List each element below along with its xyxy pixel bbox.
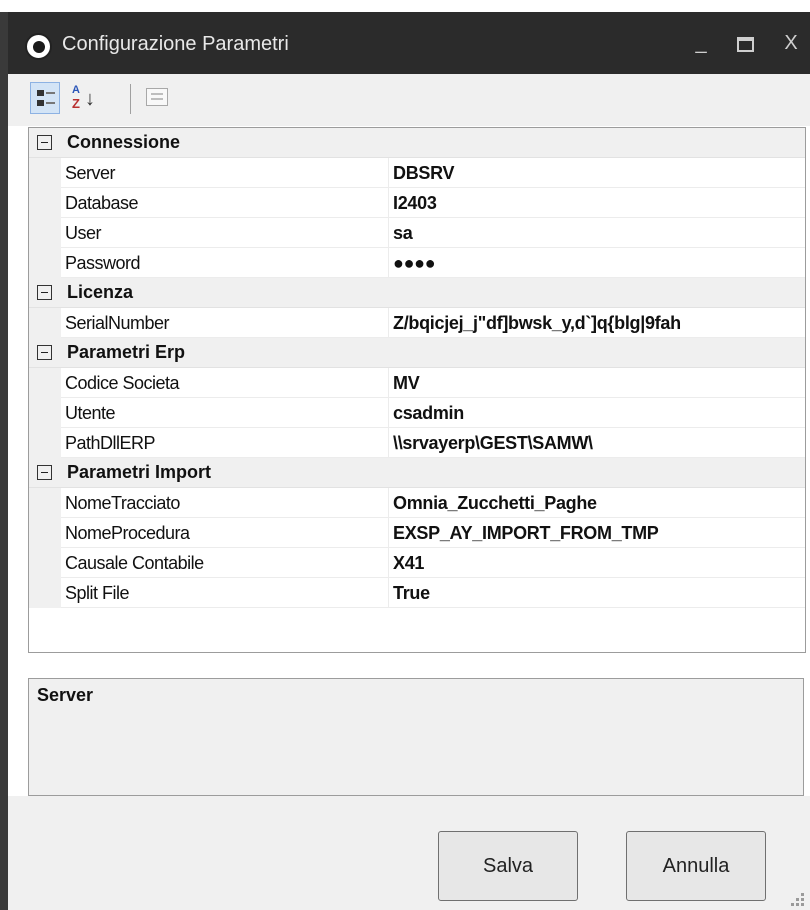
property-name: User	[61, 218, 389, 248]
property-grid[interactable]: Connessione Server DBSRV Database I2403 …	[28, 127, 806, 653]
top-strip	[0, 0, 810, 12]
category-label: Licenza	[67, 282, 134, 302]
title-bar[interactable]: Configurazione Parametri _ X	[8, 12, 810, 74]
property-value-serialnumber[interactable]: Z/bqicjej_j"df]bwsk_y,d`]q{blg|9fah	[389, 308, 805, 338]
property-row-nometracciato[interactable]: NomeTracciato Omnia_Zucchetti_Paghe	[29, 488, 805, 518]
property-row-user[interactable]: User sa	[29, 218, 805, 248]
collapse-icon[interactable]	[37, 465, 52, 480]
cancel-button[interactable]: Annulla	[626, 831, 766, 901]
property-row-pathdllerp[interactable]: PathDllERP \\srvayerp\GEST\SAMW\	[29, 428, 805, 458]
row-gutter	[29, 518, 61, 548]
row-gutter	[29, 158, 61, 188]
property-name: NomeTracciato	[61, 488, 389, 518]
property-row-codice-societa[interactable]: Codice Societa MV	[29, 368, 805, 398]
property-row-server[interactable]: Server DBSRV	[29, 158, 805, 188]
category-parametri-erp[interactable]: Parametri Erp	[29, 338, 805, 368]
property-row-split-file[interactable]: Split File True	[29, 578, 805, 608]
property-name: PathDllERP	[61, 428, 389, 458]
sort-z-label: Z	[72, 96, 80, 111]
property-row-database[interactable]: Database I2403	[29, 188, 805, 218]
property-value-database[interactable]: I2403	[389, 188, 805, 218]
property-pages-icon	[146, 88, 168, 106]
arrow-down-icon: ↓	[85, 88, 95, 110]
property-value-utente[interactable]: csadmin	[389, 398, 805, 428]
property-value-causale-contabile[interactable]: X41	[389, 548, 805, 578]
maximize-button[interactable]	[730, 30, 760, 56]
property-value-pathdllerp[interactable]: \\srvayerp\GEST\SAMW\	[389, 428, 805, 458]
row-gutter	[29, 398, 61, 428]
property-name: Utente	[61, 398, 389, 428]
resize-grip-icon[interactable]	[790, 892, 804, 906]
category-connessione[interactable]: Connessione	[29, 128, 805, 158]
property-name: Password	[61, 248, 389, 278]
toolbar-separator	[130, 84, 131, 114]
property-name: Database	[61, 188, 389, 218]
row-gutter	[29, 308, 61, 338]
property-name: Codice Societa	[61, 368, 389, 398]
dialog-window: Configurazione Parametri _ X A Z ↓ Conne…	[0, 0, 810, 910]
row-gutter	[29, 218, 61, 248]
categorized-button[interactable]	[30, 82, 60, 114]
property-row-utente[interactable]: Utente csadmin	[29, 398, 805, 428]
property-name: NomeProcedura	[61, 518, 389, 548]
property-value-password[interactable]: ●●●●	[389, 248, 805, 278]
collapse-icon[interactable]	[37, 135, 52, 150]
property-pages-button[interactable]	[142, 82, 172, 114]
row-gutter	[29, 578, 61, 608]
property-value-codice-societa[interactable]: MV	[389, 368, 805, 398]
property-row-causale-contabile[interactable]: Causale Contabile X41	[29, 548, 805, 578]
close-button[interactable]: X	[776, 30, 806, 56]
property-row-serialnumber[interactable]: SerialNumber Z/bqicjej_j"df]bwsk_y,d`]q{…	[29, 308, 805, 338]
property-grid-toolbar: A Z ↓	[8, 74, 810, 126]
row-gutter	[29, 368, 61, 398]
row-gutter	[29, 428, 61, 458]
property-value-nometracciato[interactable]: Omnia_Zucchetti_Paghe	[389, 488, 805, 518]
collapse-icon[interactable]	[37, 345, 52, 360]
app-gear-icon	[25, 33, 52, 60]
property-name: SerialNumber	[61, 308, 389, 338]
category-licenza[interactable]: Licenza	[29, 278, 805, 308]
property-value-user[interactable]: sa	[389, 218, 805, 248]
save-button[interactable]: Salva	[438, 831, 578, 901]
categorized-icon	[37, 90, 55, 108]
sort-alphabetical-icon: A	[72, 84, 80, 96]
maximize-icon	[736, 37, 754, 52]
row-gutter	[29, 488, 61, 518]
category-label: Parametri Erp	[67, 342, 186, 362]
property-value-split-file[interactable]: True	[389, 578, 805, 608]
property-value-nomeprocedura[interactable]: EXSP_AY_IMPORT_FROM_TMP	[389, 518, 805, 548]
property-row-nomeprocedura[interactable]: NomeProcedura EXSP_AY_IMPORT_FROM_TMP	[29, 518, 805, 548]
property-name: Causale Contabile	[61, 548, 389, 578]
window-edge	[0, 12, 8, 910]
alphabetical-button[interactable]: A Z ↓	[68, 82, 98, 114]
property-name: Server	[61, 158, 389, 188]
property-row-password[interactable]: Password ●●●●	[29, 248, 805, 278]
button-bar: Salva Annulla	[8, 796, 810, 910]
property-value-server[interactable]: DBSRV	[389, 158, 805, 188]
help-title: Server	[37, 685, 94, 705]
window-title: Configurazione Parametri	[62, 33, 289, 55]
collapse-icon[interactable]	[37, 285, 52, 300]
category-label: Parametri Import	[67, 462, 212, 482]
property-name: Split File	[61, 578, 389, 608]
row-gutter	[29, 188, 61, 218]
category-label: Connessione	[67, 132, 181, 152]
row-gutter	[29, 548, 61, 578]
row-gutter	[29, 248, 61, 278]
minimize-button[interactable]: _	[686, 30, 716, 56]
help-panel: Server	[28, 678, 804, 796]
category-parametri-import[interactable]: Parametri Import	[29, 458, 805, 488]
